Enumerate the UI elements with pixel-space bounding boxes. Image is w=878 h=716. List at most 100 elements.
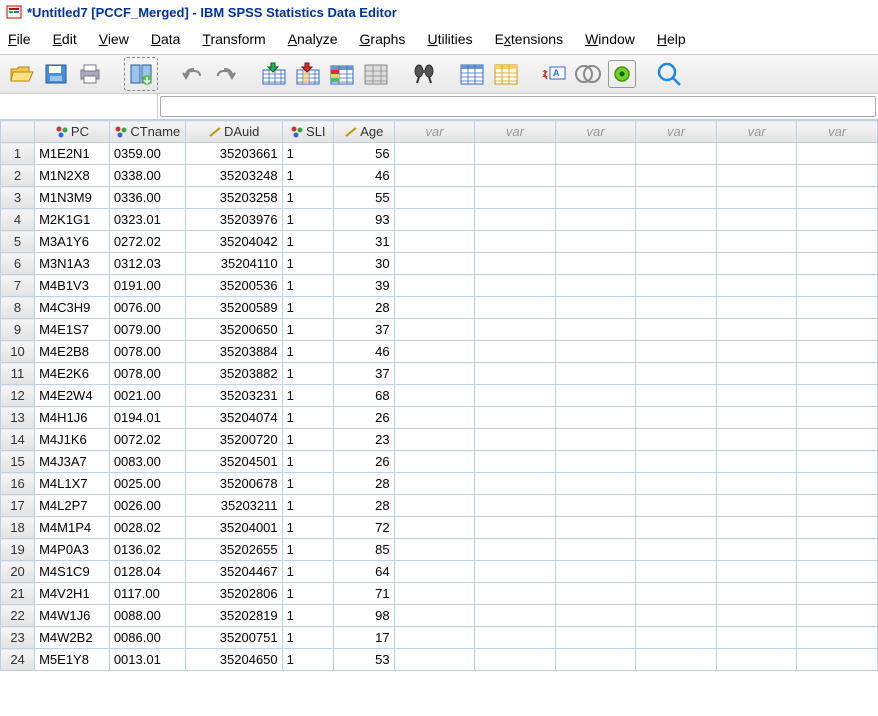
cell-age[interactable]: 17 <box>333 627 394 649</box>
cell-dauid[interactable]: 35203976 <box>185 209 282 231</box>
row-number[interactable]: 22 <box>1 605 35 627</box>
cell-dauid[interactable]: 35203248 <box>185 165 282 187</box>
cell-empty[interactable] <box>555 319 636 341</box>
cell-dauid[interactable]: 35204001 <box>185 517 282 539</box>
cell-age[interactable]: 26 <box>333 407 394 429</box>
cell-empty[interactable] <box>636 605 717 627</box>
cell-value-box[interactable] <box>160 96 876 117</box>
cell-ctname[interactable]: 0072.02 <box>109 429 185 451</box>
cell-empty[interactable] <box>716 539 797 561</box>
cell-age[interactable]: 56 <box>333 143 394 165</box>
cell-empty[interactable] <box>394 517 475 539</box>
cell-empty[interactable] <box>636 143 717 165</box>
cell-empty[interactable] <box>716 583 797 605</box>
cell-empty[interactable] <box>555 165 636 187</box>
cell-age[interactable]: 93 <box>333 209 394 231</box>
cell-pc[interactable]: M4J3A7 <box>35 451 110 473</box>
col-var[interactable]: var <box>716 121 797 143</box>
cell-ctname[interactable]: 0088.00 <box>109 605 185 627</box>
cell-empty[interactable] <box>797 341 878 363</box>
split-file-button[interactable] <box>458 60 486 88</box>
cell-ctname[interactable]: 0013.01 <box>109 649 185 671</box>
cell-ctname[interactable]: 0076.00 <box>109 297 185 319</box>
cell-empty[interactable] <box>716 363 797 385</box>
cell-dauid[interactable]: 35202806 <box>185 583 282 605</box>
cell-empty[interactable] <box>475 495 556 517</box>
open-button[interactable] <box>8 60 36 88</box>
col-pc[interactable]: PC <box>35 121 110 143</box>
weight-cases-button[interactable] <box>492 60 520 88</box>
cell-empty[interactable] <box>475 473 556 495</box>
cell-empty[interactable] <box>394 605 475 627</box>
row-number[interactable]: 6 <box>1 253 35 275</box>
cell-age[interactable]: 39 <box>333 275 394 297</box>
cell-empty[interactable] <box>797 407 878 429</box>
cell-empty[interactable] <box>475 583 556 605</box>
cell-empty[interactable] <box>636 275 717 297</box>
cell-empty[interactable] <box>394 231 475 253</box>
cell-age[interactable]: 28 <box>333 495 394 517</box>
col-age[interactable]: Age <box>333 121 394 143</box>
cell-empty[interactable] <box>475 209 556 231</box>
cell-ctname[interactable]: 0128.04 <box>109 561 185 583</box>
cell-dauid[interactable]: 35202655 <box>185 539 282 561</box>
cell-dauid[interactable]: 35204650 <box>185 649 282 671</box>
row-number[interactable]: 12 <box>1 385 35 407</box>
cell-empty[interactable] <box>716 187 797 209</box>
cell-empty[interactable] <box>394 561 475 583</box>
cell-empty[interactable] <box>716 253 797 275</box>
col-ctname[interactable]: CTname <box>109 121 185 143</box>
cell-pc[interactable]: M4C3H9 <box>35 297 110 319</box>
cell-dauid[interactable]: 35204467 <box>185 561 282 583</box>
cell-sli[interactable]: 1 <box>282 275 333 297</box>
cell-empty[interactable] <box>475 605 556 627</box>
use-sets-button[interactable] <box>574 60 602 88</box>
cell-sli[interactable]: 1 <box>282 297 333 319</box>
cell-pc[interactable]: M4P0A3 <box>35 539 110 561</box>
cell-ctname[interactable]: 0194.01 <box>109 407 185 429</box>
cell-empty[interactable] <box>716 649 797 671</box>
cell-sli[interactable]: 1 <box>282 231 333 253</box>
cell-dauid[interactable]: 35203884 <box>185 341 282 363</box>
cell-ctname[interactable]: 0272.02 <box>109 231 185 253</box>
cell-empty[interactable] <box>394 187 475 209</box>
menu-edit[interactable]: Edit <box>53 31 77 47</box>
cell-empty[interactable] <box>716 561 797 583</box>
cell-empty[interactable] <box>797 495 878 517</box>
cell-empty[interactable] <box>636 319 717 341</box>
cell-ctname[interactable]: 0338.00 <box>109 165 185 187</box>
cell-pc[interactable]: M4H1J6 <box>35 407 110 429</box>
cell-empty[interactable] <box>475 297 556 319</box>
row-number[interactable]: 24 <box>1 649 35 671</box>
cell-empty[interactable] <box>475 539 556 561</box>
redo-button[interactable] <box>212 60 240 88</box>
cell-pc[interactable]: M4B1V3 <box>35 275 110 297</box>
row-number[interactable]: 2 <box>1 165 35 187</box>
cell-empty[interactable] <box>716 495 797 517</box>
cell-sli[interactable]: 1 <box>282 341 333 363</box>
cell-empty[interactable] <box>555 561 636 583</box>
cell-empty[interactable] <box>636 583 717 605</box>
col-sli[interactable]: SLI <box>282 121 333 143</box>
cell-empty[interactable] <box>716 517 797 539</box>
row-number[interactable]: 23 <box>1 627 35 649</box>
goto-case-button[interactable] <box>260 60 288 88</box>
cell-empty[interactable] <box>797 627 878 649</box>
cell-empty[interactable] <box>394 429 475 451</box>
cell-empty[interactable] <box>797 143 878 165</box>
cell-empty[interactable] <box>475 231 556 253</box>
cell-pc[interactable]: M4J1K6 <box>35 429 110 451</box>
menu-transform[interactable]: Transform <box>202 31 265 47</box>
cell-sli[interactable]: 1 <box>282 407 333 429</box>
row-number[interactable]: 15 <box>1 451 35 473</box>
cell-dauid[interactable]: 35200650 <box>185 319 282 341</box>
cell-sli[interactable]: 1 <box>282 253 333 275</box>
cell-empty[interactable] <box>636 385 717 407</box>
cell-empty[interactable] <box>555 495 636 517</box>
cell-empty[interactable] <box>797 583 878 605</box>
cell-sli[interactable]: 1 <box>282 165 333 187</box>
cell-empty[interactable] <box>636 429 717 451</box>
cell-empty[interactable] <box>555 451 636 473</box>
row-number[interactable]: 4 <box>1 209 35 231</box>
cell-sli[interactable]: 1 <box>282 649 333 671</box>
